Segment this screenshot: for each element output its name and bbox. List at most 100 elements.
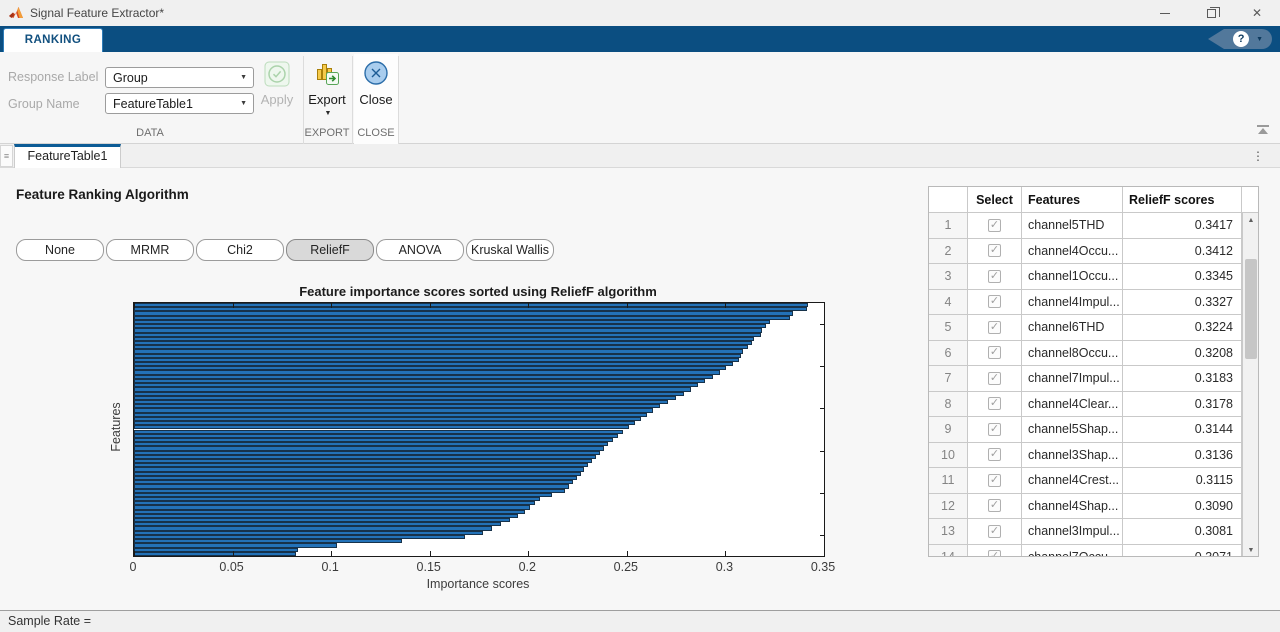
group-name-dropdown[interactable]: FeatureTable1 ▼ bbox=[105, 93, 254, 114]
row-feature: channel8Occu... bbox=[1022, 341, 1123, 366]
row-score: 0.3412 bbox=[1123, 239, 1242, 264]
algo-button-mrmr[interactable]: MRMR bbox=[106, 239, 194, 261]
x-tick-label: 0.35 bbox=[811, 560, 835, 574]
checkbox-icon[interactable]: ✓ bbox=[988, 423, 1001, 436]
checkbox-icon[interactable]: ✓ bbox=[988, 295, 1001, 308]
algo-button-kruskal-wallis[interactable]: Kruskal Wallis bbox=[466, 239, 554, 261]
x-tick-label: 0.1 bbox=[321, 560, 338, 574]
row-select-cell: ✓ bbox=[968, 494, 1022, 519]
table-row: 9✓channel5Shap...0.3144 bbox=[929, 417, 1258, 443]
window-title: Signal Feature Extractor* bbox=[30, 6, 164, 20]
row-score: 0.3178 bbox=[1123, 392, 1242, 417]
matlab-logo-icon bbox=[8, 5, 24, 21]
export-caret-icon[interactable]: ▼ bbox=[322, 110, 334, 117]
close-window-icon: ✕ bbox=[1252, 6, 1262, 20]
row-rank: 11 bbox=[929, 468, 968, 493]
x-tick-mark bbox=[233, 303, 234, 308]
checkbox-icon[interactable]: ✓ bbox=[988, 372, 1001, 385]
x-axis-label: Importance scores bbox=[133, 577, 823, 591]
row-feature: channel4Crest... bbox=[1022, 468, 1123, 493]
y-tick-mark bbox=[820, 451, 824, 452]
scrollbar-thumb[interactable] bbox=[1245, 259, 1257, 359]
row-select-cell: ✓ bbox=[968, 264, 1022, 289]
algo-button-relieff[interactable]: ReliefF bbox=[286, 239, 374, 261]
table-row: 6✓channel8Occu...0.3208 bbox=[929, 341, 1258, 367]
export-icon bbox=[314, 60, 340, 86]
algo-button-anova[interactable]: ANOVA bbox=[376, 239, 464, 261]
x-tick-mark bbox=[134, 303, 135, 308]
row-rank: 12 bbox=[929, 494, 968, 519]
checkbox-icon[interactable]: ✓ bbox=[988, 397, 1001, 410]
close-window-button[interactable]: ✕ bbox=[1234, 0, 1280, 26]
export-button[interactable]: Export bbox=[304, 92, 350, 107]
algo-button-none[interactable]: None bbox=[16, 239, 104, 261]
row-select-cell: ✓ bbox=[968, 545, 1022, 558]
response-label-dropdown[interactable]: Group ▼ bbox=[105, 67, 254, 88]
x-tick-mark bbox=[331, 303, 332, 308]
section-label-close: CLOSE bbox=[354, 127, 398, 139]
checkbox-icon[interactable]: ✓ bbox=[988, 219, 1001, 232]
tab-ranking[interactable]: RANKING bbox=[3, 28, 103, 52]
table-body: 1✓channel5THD0.34172✓channel4Occu...0.34… bbox=[929, 213, 1258, 557]
x-tick-mark bbox=[627, 303, 628, 308]
row-rank: 1 bbox=[929, 213, 968, 238]
bar bbox=[134, 552, 296, 556]
kebab-menu-icon[interactable]: ⋮ bbox=[1252, 148, 1264, 164]
checkbox-icon[interactable]: ✓ bbox=[988, 321, 1001, 334]
row-select-cell: ✓ bbox=[968, 468, 1022, 493]
toolstrip: Response Label Group ▼ Group Name Featur… bbox=[0, 52, 1280, 144]
row-score: 0.3183 bbox=[1123, 366, 1242, 391]
table-row: 11✓channel4Crest...0.3115 bbox=[929, 468, 1258, 494]
checkbox-icon[interactable]: ✓ bbox=[988, 550, 1001, 557]
table-row: 14✓channel7Occu...0.3071 bbox=[929, 545, 1258, 558]
scroll-up-icon[interactable]: ▲ bbox=[1244, 213, 1258, 228]
checkbox-icon[interactable]: ✓ bbox=[988, 448, 1001, 461]
x-tick-mark bbox=[134, 551, 135, 556]
minimize-button[interactable] bbox=[1142, 0, 1188, 26]
algo-button-chi2[interactable]: Chi2 bbox=[196, 239, 284, 261]
row-rank: 13 bbox=[929, 519, 968, 544]
scroll-down-icon[interactable]: ▼ bbox=[1244, 543, 1258, 557]
table-row: 12✓channel4Shap...0.3090 bbox=[929, 494, 1258, 520]
checkbox-icon[interactable]: ✓ bbox=[988, 499, 1001, 512]
bar-plot bbox=[133, 302, 825, 557]
table-row: 13✓channel3Impul...0.3081 bbox=[929, 519, 1258, 545]
row-feature: channel5THD bbox=[1022, 213, 1123, 238]
apply-button[interactable]: Apply bbox=[254, 92, 300, 107]
close-button[interactable]: Close bbox=[354, 92, 398, 107]
x-tick-mark bbox=[824, 303, 825, 308]
table-header-row: Select Features ReliefF scores bbox=[929, 187, 1258, 213]
help-button[interactable]: ? ▼ bbox=[1208, 29, 1272, 49]
row-score: 0.3071 bbox=[1123, 545, 1242, 558]
table-scrollbar[interactable]: ▲ ▼ bbox=[1242, 213, 1258, 557]
row-select-cell: ✓ bbox=[968, 519, 1022, 544]
x-tick-mark bbox=[331, 551, 332, 556]
table-row: 4✓channel4Impul...0.3327 bbox=[929, 290, 1258, 316]
page-title: Feature Ranking Algorithm bbox=[16, 187, 189, 202]
x-tick-label: 0.05 bbox=[219, 560, 243, 574]
row-rank: 5 bbox=[929, 315, 968, 340]
restore-button[interactable] bbox=[1188, 0, 1234, 26]
row-score: 0.3208 bbox=[1123, 341, 1242, 366]
checkbox-icon[interactable]: ✓ bbox=[988, 346, 1001, 359]
y-tick-mark bbox=[820, 493, 824, 494]
chart-title: Feature importance scores sorted using R… bbox=[133, 284, 823, 299]
checkbox-icon[interactable]: ✓ bbox=[988, 244, 1001, 257]
row-feature: channel3Impul... bbox=[1022, 519, 1123, 544]
group-name-value: FeatureTable1 bbox=[113, 97, 193, 111]
y-tick-mark bbox=[820, 408, 824, 409]
checkbox-icon[interactable]: ✓ bbox=[988, 525, 1001, 538]
x-tick-mark bbox=[528, 551, 529, 556]
tab-featuretable1[interactable]: FeatureTable1 bbox=[14, 144, 121, 168]
tab-list-grip-icon[interactable]: ≡ bbox=[0, 145, 13, 167]
main-panel: Feature Ranking Algorithm NoneMRMRChi2Re… bbox=[0, 168, 1280, 610]
row-rank: 9 bbox=[929, 417, 968, 442]
row-score: 0.3327 bbox=[1123, 290, 1242, 315]
row-rank: 2 bbox=[929, 239, 968, 264]
checkbox-icon[interactable]: ✓ bbox=[988, 474, 1001, 487]
x-tick-mark bbox=[430, 303, 431, 308]
collapse-toolstrip-button[interactable] bbox=[1254, 125, 1272, 139]
checkbox-icon[interactable]: ✓ bbox=[988, 270, 1001, 283]
row-score: 0.3224 bbox=[1123, 315, 1242, 340]
row-select-cell: ✓ bbox=[968, 290, 1022, 315]
